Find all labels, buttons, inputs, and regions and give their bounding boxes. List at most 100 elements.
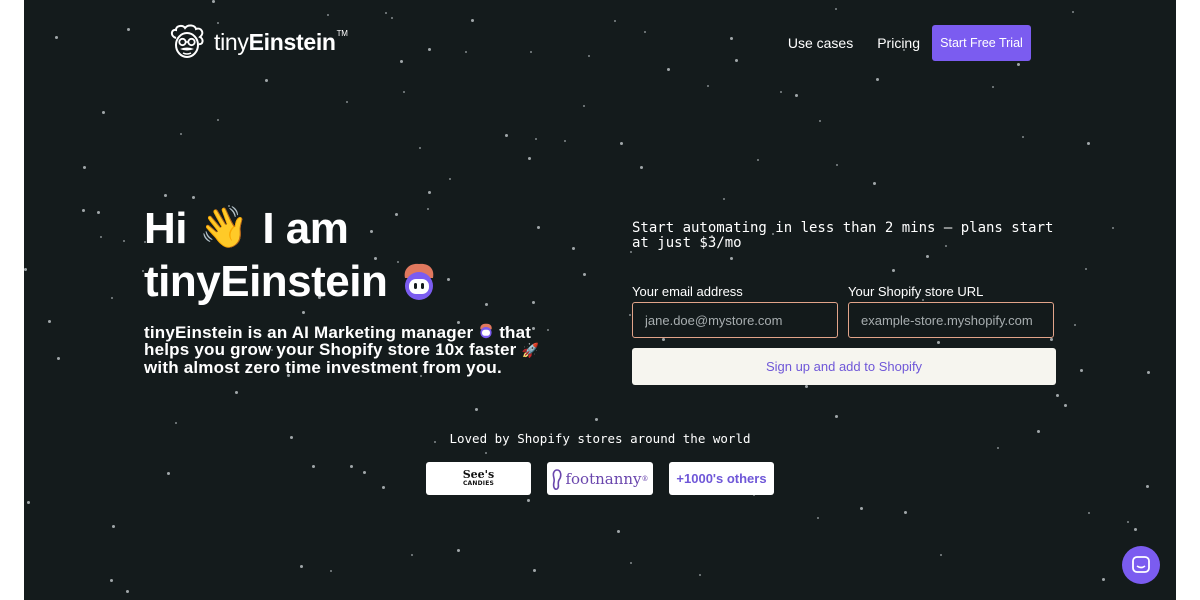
star <box>614 20 616 22</box>
store-url-field[interactable] <box>848 302 1054 338</box>
star <box>1147 371 1150 374</box>
nav-pricing[interactable]: Pricing <box>877 35 920 51</box>
email-label: Your email address <box>632 284 743 299</box>
star <box>662 338 665 341</box>
star <box>471 19 474 22</box>
star <box>835 8 837 10</box>
star <box>363 471 366 474</box>
logo-wordmark: tinyEinsteinTM <box>214 28 348 55</box>
star <box>110 579 113 582</box>
star <box>527 499 530 502</box>
foot-icon <box>552 468 563 490</box>
star <box>630 251 632 253</box>
star <box>123 240 125 242</box>
logo[interactable]: tinyEinsteinTM <box>168 24 348 60</box>
hero-title: Hi 👋 I am tinyEinstein <box>144 202 439 308</box>
star <box>528 157 531 160</box>
star <box>699 574 701 576</box>
star <box>312 465 315 468</box>
star <box>300 565 303 568</box>
star <box>992 86 994 88</box>
star <box>485 303 488 306</box>
landing-page: tinyEinsteinTM Use cases Pricing Start F… <box>24 0 1176 600</box>
star <box>457 549 460 552</box>
star <box>1074 324 1076 326</box>
star <box>428 48 431 51</box>
star <box>55 36 58 39</box>
star <box>535 138 537 140</box>
star <box>1056 394 1059 397</box>
star <box>583 105 585 107</box>
star <box>780 91 782 93</box>
star <box>1102 578 1105 581</box>
star <box>485 452 487 454</box>
star <box>583 273 586 276</box>
star <box>805 385 808 388</box>
promo-text: Start automating in less than 2 mins – p… <box>632 220 1054 251</box>
sees-candies-logo: See's CANDIES <box>426 462 531 495</box>
star <box>564 140 566 142</box>
star <box>532 301 535 304</box>
hero-title-name: tinyEinstein <box>144 257 388 306</box>
star <box>212 0 215 3</box>
star <box>346 101 348 103</box>
star <box>302 311 305 314</box>
star <box>449 178 451 180</box>
star <box>860 507 863 510</box>
social-proof-heading: Loved by Shopify stores around the world <box>449 431 751 446</box>
star <box>819 120 821 122</box>
waving-hand-icon: 👋 <box>199 206 249 250</box>
star <box>180 133 182 135</box>
star <box>835 415 838 418</box>
star <box>235 391 238 394</box>
star <box>400 60 403 63</box>
star <box>629 314 631 316</box>
star <box>192 196 195 199</box>
star <box>24 268 27 271</box>
star <box>730 257 733 260</box>
star <box>385 12 387 14</box>
star <box>723 198 725 200</box>
star <box>419 147 421 149</box>
star <box>1080 369 1083 372</box>
star <box>1050 338 1053 341</box>
star <box>1064 404 1067 407</box>
star <box>640 166 643 169</box>
robot-einstein-small-icon <box>480 323 492 339</box>
star <box>1072 11 1074 13</box>
star <box>904 511 907 514</box>
star <box>391 17 393 19</box>
start-free-trial-button[interactable]: Start Free Trial <box>932 25 1031 61</box>
star <box>175 422 177 424</box>
einstein-face-icon <box>170 24 204 58</box>
star <box>411 554 413 556</box>
star <box>475 408 478 411</box>
chat-launcher-button[interactable] <box>1122 546 1160 584</box>
star <box>795 94 798 97</box>
email-field[interactable] <box>632 302 838 338</box>
star <box>382 486 385 489</box>
nav-use-cases[interactable]: Use cases <box>788 35 853 51</box>
star <box>83 166 86 169</box>
star <box>817 517 819 519</box>
star <box>547 329 549 331</box>
star <box>350 465 353 468</box>
star <box>330 570 332 572</box>
footnanny-logo: footnanny ® <box>547 462 653 495</box>
star <box>892 269 895 272</box>
star <box>572 247 575 250</box>
chat-bubble-icon <box>1132 556 1150 573</box>
others-badge[interactable]: +1000's others <box>669 462 774 495</box>
star <box>48 320 51 323</box>
star <box>644 31 646 33</box>
star <box>667 68 670 71</box>
star <box>57 357 60 360</box>
hero-subtitle: tinyEinstein is an AI Marketing manager … <box>144 323 540 377</box>
star <box>1022 136 1024 138</box>
top-nav: Use cases Pricing Start Free Trial <box>788 25 1031 61</box>
star <box>167 472 170 475</box>
star <box>447 278 450 281</box>
signup-button[interactable]: Sign up and add to Shopify <box>632 348 1056 385</box>
star <box>937 341 940 344</box>
robot-einstein-icon <box>405 263 434 300</box>
